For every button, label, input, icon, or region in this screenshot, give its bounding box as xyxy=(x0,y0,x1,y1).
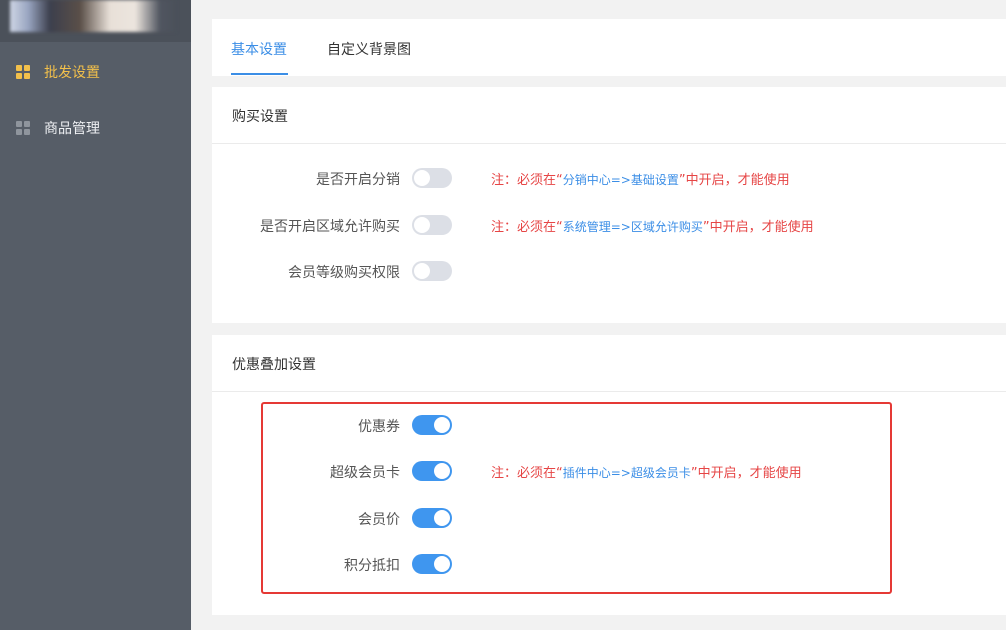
note-suffix: ”中开启，才能使用 xyxy=(702,220,814,235)
card-title: 优惠叠加设置 xyxy=(232,357,316,373)
setting-label: 是否开启分销 xyxy=(316,172,400,188)
setting-row-region-purchase: 是否开启区域允许购买 注：必须在“系统管理=>区域允许购买”中开启，才能使用 xyxy=(212,215,1006,237)
setting-row-member-price: 会员价 xyxy=(212,508,1006,530)
setting-note: 注：必须在“插件中心=>超级会员卡”中开启，才能使用 xyxy=(491,462,802,481)
toggle-knob xyxy=(434,463,450,479)
coupon-toggle[interactable] xyxy=(412,415,452,435)
sidebar-item-label: 批发设置 xyxy=(44,65,100,81)
setting-row-distribution: 是否开启分销 注：必须在“分销中心=>基础设置”中开启，才能使用 xyxy=(212,168,1006,190)
tab-bar: 基本设置 自定义背景图 xyxy=(212,19,1006,76)
sidebar-item-product-management[interactable]: 商品管理 xyxy=(0,108,191,148)
note-prefix: 注：必须在“ xyxy=(491,173,563,188)
toggle-knob xyxy=(414,263,430,279)
toggle-knob xyxy=(414,217,430,233)
toggle-knob xyxy=(414,170,430,186)
active-tab-indicator xyxy=(231,73,288,75)
sidebar-item-wholesale-settings[interactable]: 批发设置 xyxy=(0,52,191,92)
member-level-permission-toggle[interactable] xyxy=(412,261,452,281)
card-title: 购买设置 xyxy=(232,109,288,125)
note-link[interactable]: 插件中心=>超级会员卡 xyxy=(563,466,691,480)
super-member-card-toggle[interactable] xyxy=(412,461,452,481)
purchase-settings-card: 购买设置 是否开启分销 注：必须在“分销中心=>基础设置”中开启，才能使用 是否… xyxy=(212,87,1006,323)
sidebar-header xyxy=(0,0,191,42)
note-link[interactable]: 分销中心=>基础设置 xyxy=(563,173,679,187)
setting-label: 会员价 xyxy=(358,512,400,528)
setting-label: 优惠券 xyxy=(358,419,400,435)
sidebar: 批发设置 商品管理 xyxy=(0,0,191,630)
setting-label: 超级会员卡 xyxy=(330,465,400,481)
sidebar-item-label: 商品管理 xyxy=(44,121,100,137)
discount-stacking-card: 优惠叠加设置 优惠券 超级会员卡 注：必须在“插件中心=>超级会员卡”中开启，才… xyxy=(212,335,1006,615)
member-price-toggle[interactable] xyxy=(412,508,452,528)
setting-row-points-deduction: 积分抵扣 xyxy=(212,554,1006,576)
toggle-knob xyxy=(434,417,450,433)
toggle-knob xyxy=(434,510,450,526)
grid-icon xyxy=(16,121,31,136)
divider xyxy=(212,391,1006,392)
note-suffix: ”中开启，才能使用 xyxy=(678,173,790,188)
tab-custom-background[interactable]: 自定义背景图 xyxy=(327,39,411,59)
toggle-knob xyxy=(434,556,450,572)
setting-note: 注：必须在“系统管理=>区域允许购买”中开启，才能使用 xyxy=(491,216,814,235)
setting-row-coupon: 优惠券 xyxy=(212,415,1006,437)
distribution-toggle[interactable] xyxy=(412,168,452,188)
note-link[interactable]: 系统管理=>区域允许购买 xyxy=(563,220,703,234)
setting-row-member-level-permission: 会员等级购买权限 xyxy=(212,261,1006,283)
note-prefix: 注：必须在“ xyxy=(491,466,563,481)
avatar[interactable] xyxy=(10,0,176,32)
note-prefix: 注：必须在“ xyxy=(491,220,563,235)
note-suffix: ”中开启，才能使用 xyxy=(690,466,802,481)
region-purchase-toggle[interactable] xyxy=(412,215,452,235)
setting-label: 积分抵扣 xyxy=(344,558,400,574)
divider xyxy=(212,143,1006,144)
grid-icon xyxy=(16,65,31,80)
tab-basic-settings[interactable]: 基本设置 xyxy=(231,39,287,59)
setting-label: 是否开启区域允许购买 xyxy=(260,219,400,235)
points-deduction-toggle[interactable] xyxy=(412,554,452,574)
setting-label: 会员等级购买权限 xyxy=(288,265,400,281)
setting-row-super-member-card: 超级会员卡 注：必须在“插件中心=>超级会员卡”中开启，才能使用 xyxy=(212,461,1006,483)
setting-note: 注：必须在“分销中心=>基础设置”中开启，才能使用 xyxy=(491,169,790,188)
